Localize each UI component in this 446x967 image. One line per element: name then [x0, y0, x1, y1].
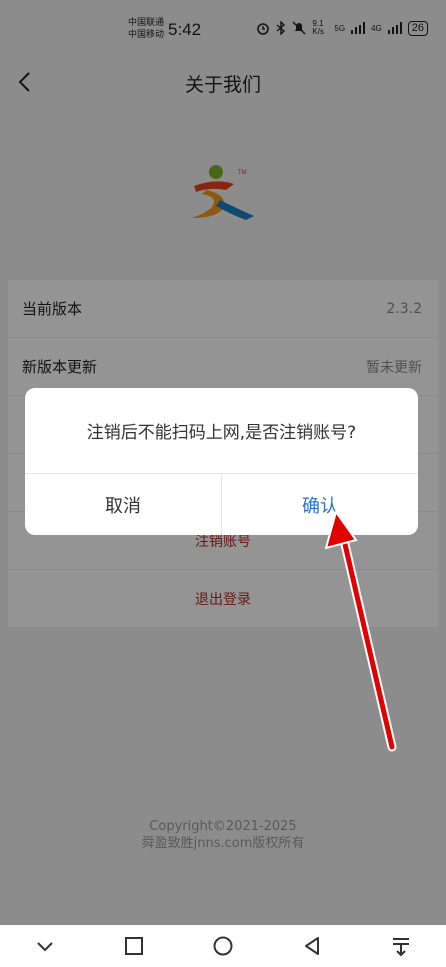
annotation-arrow	[324, 509, 397, 752]
back-triangle-icon[interactable]	[300, 934, 324, 958]
recents-square-icon[interactable]	[122, 934, 146, 958]
pull-down-icon[interactable]	[389, 934, 413, 958]
chevron-down-icon[interactable]	[33, 934, 57, 958]
system-nav-bar	[0, 925, 446, 967]
home-circle-icon[interactable]	[211, 934, 235, 958]
